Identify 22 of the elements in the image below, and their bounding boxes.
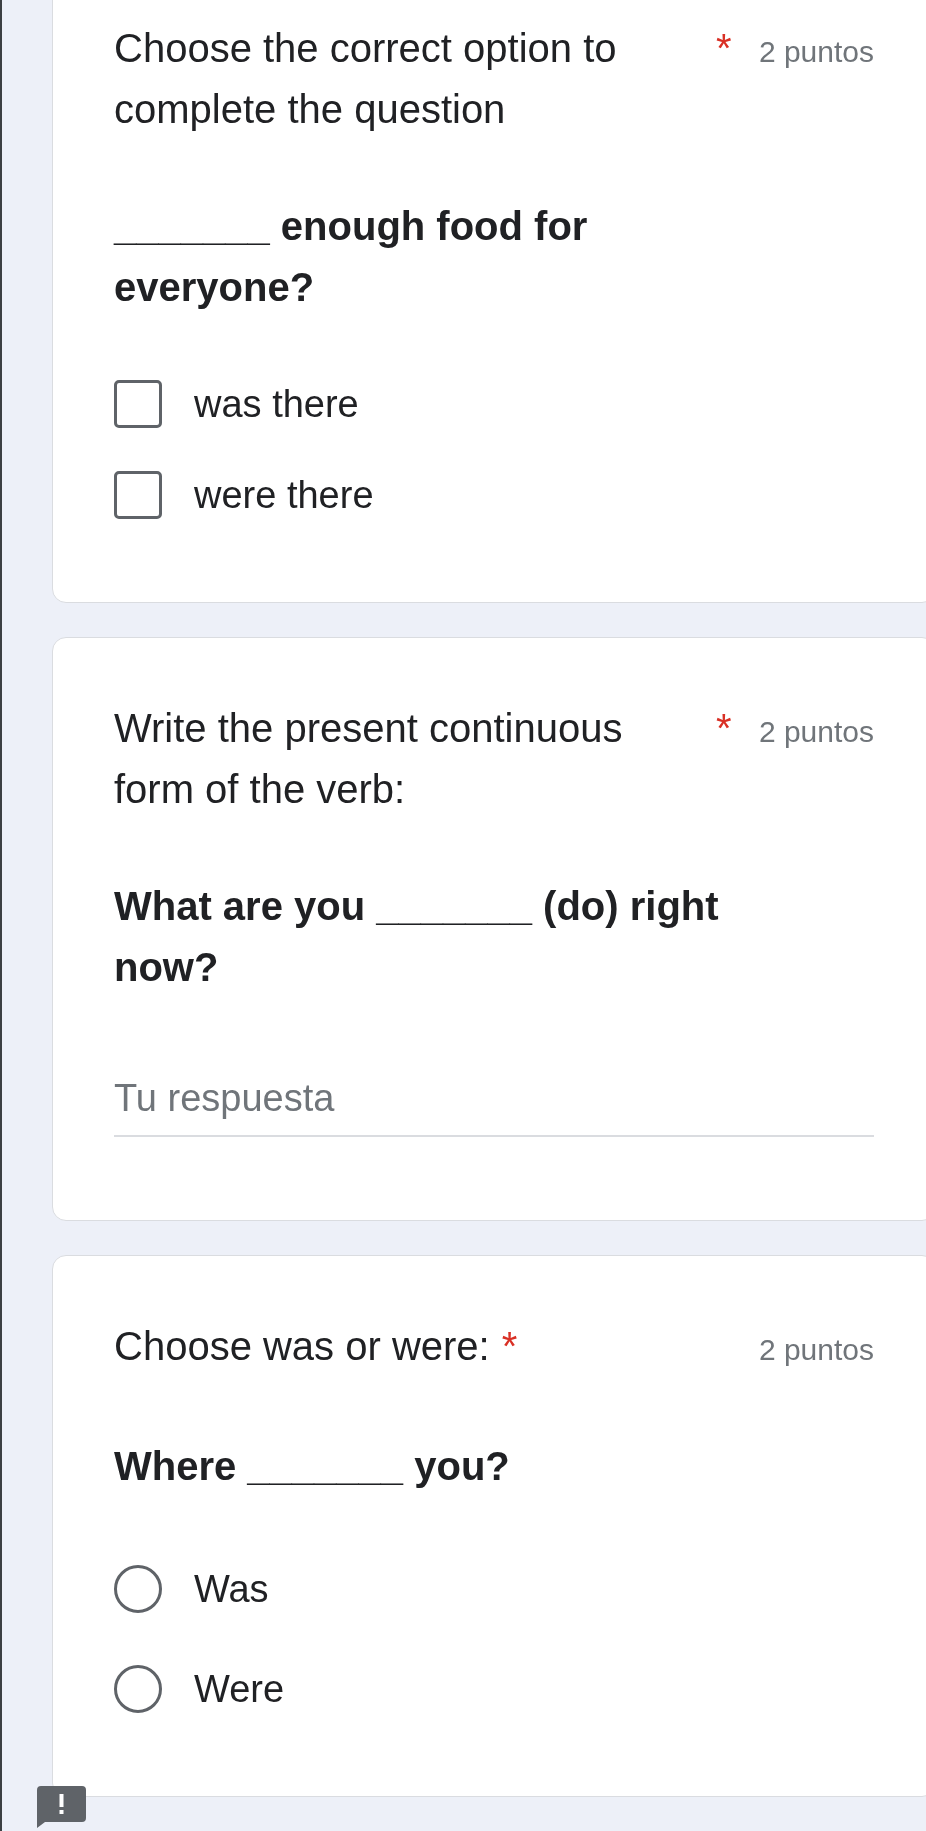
question-prompt: Where _______ you? xyxy=(114,1443,511,1490)
radio-button[interactable] xyxy=(114,1565,162,1613)
option-label: was there xyxy=(194,382,359,427)
option-label: were there xyxy=(194,473,374,518)
question-title: Choose the correct option to complete the question xyxy=(114,25,618,133)
required-mark: * xyxy=(716,25,732,72)
points-label: 2 puntos xyxy=(758,714,874,750)
points-label: 2 puntos xyxy=(758,1332,874,1368)
question-prompt: _______ enough food for everyone? xyxy=(114,203,589,311)
option-label: Was xyxy=(194,1567,269,1612)
question-prompt: What are you _______ (do) right now? xyxy=(114,883,720,991)
answer-field[interactable]: Tu respuesta xyxy=(114,1074,874,1137)
points-label: 2 puntos xyxy=(758,34,874,70)
required-mark: * xyxy=(716,705,732,752)
checkbox[interactable] xyxy=(114,380,162,428)
question-title: Write the present continuous form of the verb: xyxy=(114,705,624,813)
question-title: Choose was or were: xyxy=(114,1323,490,1370)
radio-button[interactable] xyxy=(114,1665,162,1713)
required-mark: * xyxy=(501,1323,518,1370)
checkbox[interactable] xyxy=(114,471,162,519)
feedback-icon[interactable] xyxy=(37,1786,86,1828)
option-label: Were xyxy=(194,1667,285,1712)
